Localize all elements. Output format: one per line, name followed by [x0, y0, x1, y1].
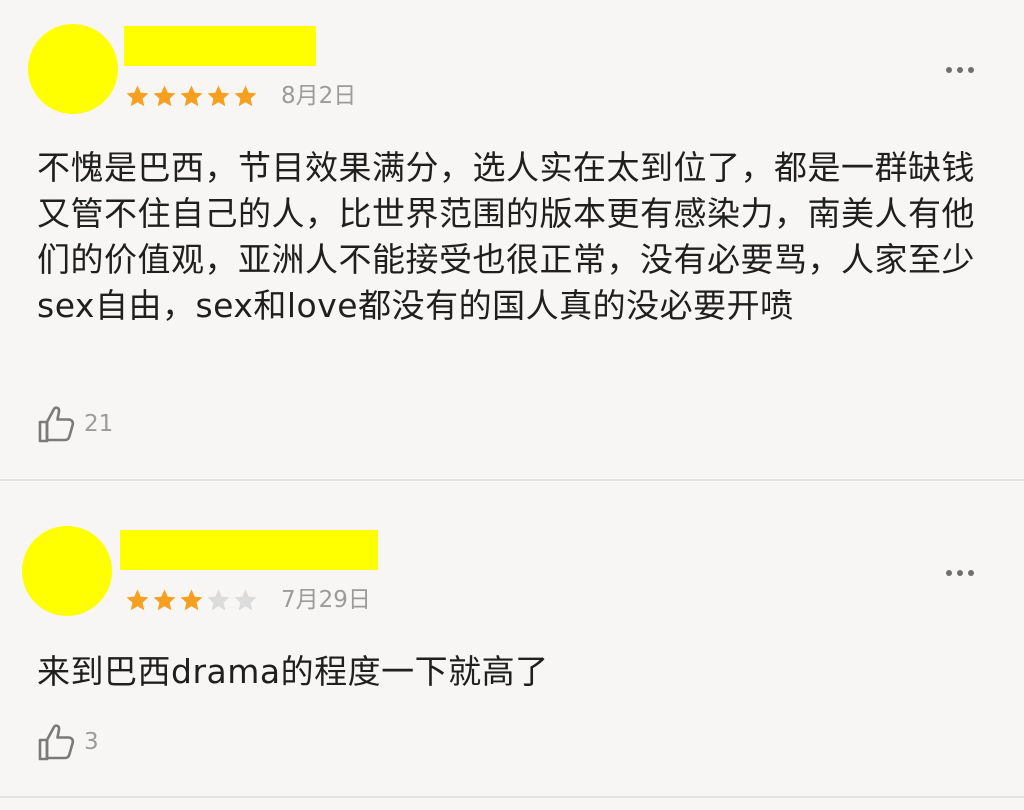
review-feed: 8月2日 不愧是巴西，节目效果满分，选人实在太到位了，都是一群缺钱又管不住自己的… — [0, 0, 1024, 810]
star-filled-icon — [126, 589, 149, 610]
star-empty-icon — [207, 589, 230, 610]
divider — [0, 796, 1024, 798]
star-empty-icon — [234, 589, 257, 610]
more-options-button[interactable] — [940, 58, 980, 82]
like-count: 3 — [84, 729, 99, 755]
star-filled-icon — [180, 85, 203, 106]
avatar[interactable] — [28, 24, 118, 114]
thumbs-up-icon — [38, 406, 75, 443]
more-dots-icon — [968, 67, 974, 73]
avatar[interactable] — [22, 526, 112, 616]
more-options-button[interactable] — [940, 561, 980, 585]
rating-stars — [125, 586, 258, 614]
like-button[interactable]: 21 — [36, 403, 113, 445]
review-date: 8月2日 — [281, 83, 357, 109]
thumbs-up-icon — [38, 724, 75, 761]
like-count: 21 — [84, 411, 114, 437]
star-filled-icon — [234, 85, 257, 106]
review-item: 7月29日 来到巴西drama的程度一下就高了 3 — [0, 481, 1024, 796]
review-date: 7月29日 — [281, 587, 371, 613]
more-dots-icon — [968, 570, 974, 576]
more-dots-icon — [946, 67, 952, 73]
username-redacted[interactable] — [120, 530, 378, 570]
more-dots-icon — [946, 570, 952, 576]
rating-stars — [125, 82, 258, 110]
like-button[interactable]: 3 — [36, 721, 99, 763]
username-redacted[interactable] — [124, 26, 316, 66]
star-filled-icon — [180, 589, 203, 610]
star-filled-icon — [207, 85, 230, 106]
review-item: 8月2日 不愧是巴西，节目效果满分，选人实在太到位了，都是一群缺钱又管不住自己的… — [0, 0, 1024, 480]
review-text: 不愧是巴西，节目效果满分，选人实在太到位了，都是一群缺钱又管不住自己的人，比世界… — [37, 148, 975, 325]
more-dots-icon — [957, 570, 963, 576]
star-filled-icon — [153, 589, 176, 610]
star-filled-icon — [153, 85, 176, 106]
review-text: 来到巴西drama的程度一下就高了 — [37, 652, 549, 691]
more-dots-icon — [957, 67, 963, 73]
star-filled-icon — [126, 85, 149, 106]
